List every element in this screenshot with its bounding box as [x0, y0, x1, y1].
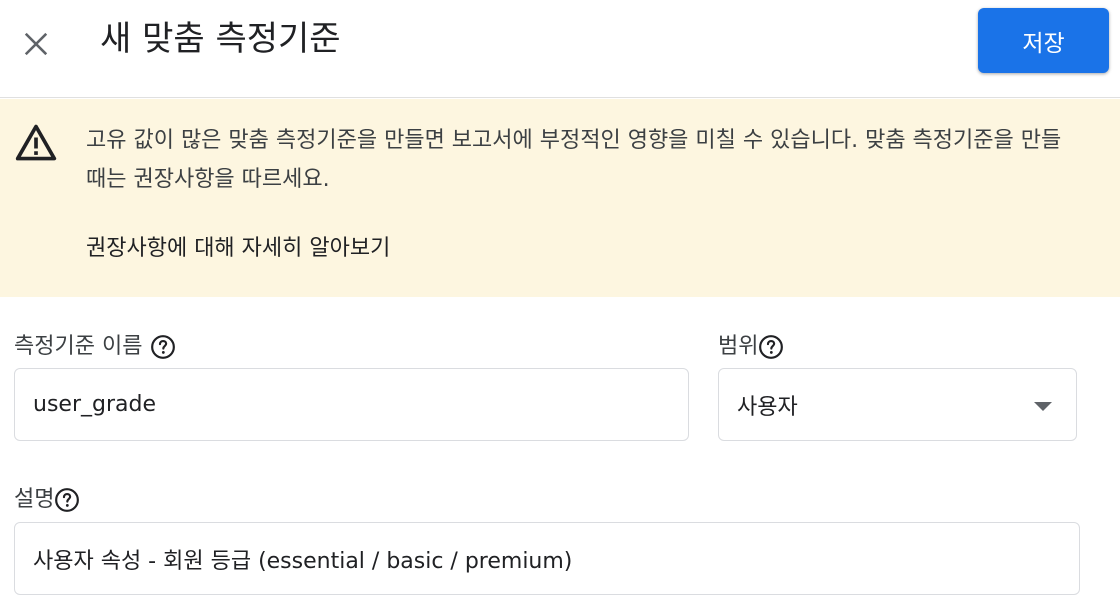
close-icon: [24, 32, 48, 56]
learn-more-link[interactable]: 권장사항에 대해 자세히 알아보기: [86, 233, 390, 265]
description-input[interactable]: 사용자 속성 - 회원 등급 (essential / basic / prem…: [14, 522, 1080, 595]
dimension-name-input[interactable]: user_grade: [14, 368, 689, 441]
description-label: 설명: [14, 485, 80, 515]
dimension-name-value: user_grade: [33, 392, 156, 417]
dimension-name-label-text: 측정기준 이름: [14, 334, 143, 359]
scope-select[interactable]: 사용자: [718, 368, 1077, 441]
description-value: 사용자 속성 - 회원 등급 (essential / basic / prem…: [33, 548, 573, 574]
description-label-text: 설명: [14, 487, 55, 512]
page-title: 새 맞춤 측정기준: [100, 19, 341, 59]
warning-banner: 고유 값이 많은 맞춤 측정기준을 만들면 보고서에 부정적인 영향을 미칠 수…: [0, 99, 1120, 297]
scope-value: 사용자: [737, 394, 798, 420]
save-button[interactable]: 저장: [978, 8, 1109, 73]
help-icon[interactable]: [54, 487, 80, 513]
warning-icon: [15, 124, 57, 161]
header: 새 맞춤 측정기준 저장: [0, 0, 1120, 98]
help-icon[interactable]: [758, 334, 784, 360]
warning-message: 고유 값이 많은 맞춤 측정기준을 만들면 보고서에 부정적인 영향을 미칠 수…: [86, 128, 1062, 192]
close-button[interactable]: [14, 22, 58, 66]
dropdown-arrow-icon: [1034, 402, 1052, 411]
dimension-name-label: 측정기준 이름: [14, 332, 176, 362]
help-icon[interactable]: [150, 334, 176, 360]
scope-label-text: 범위: [718, 334, 759, 359]
scope-label: 범위: [718, 332, 784, 362]
